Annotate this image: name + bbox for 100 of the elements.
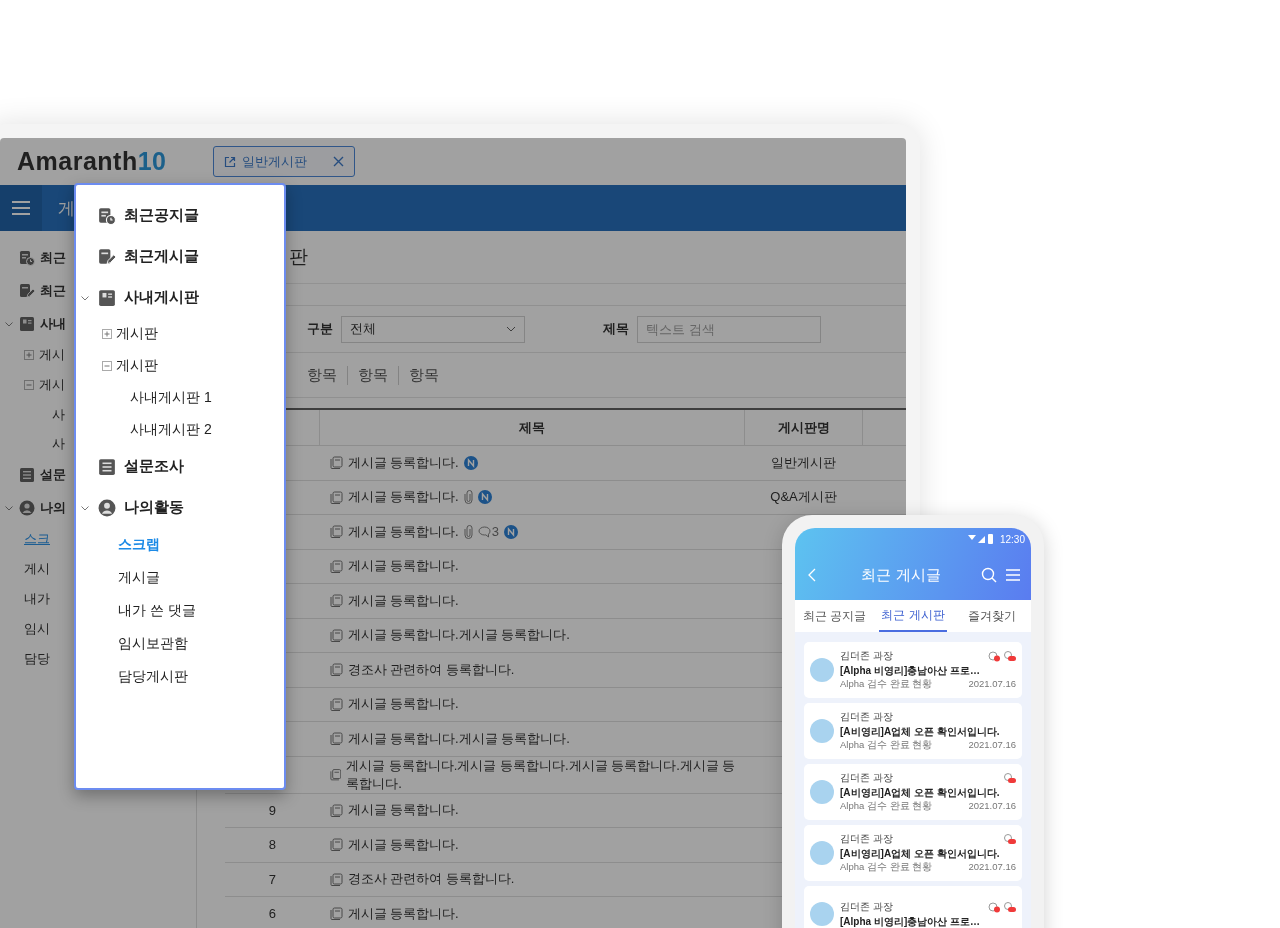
tab[interactable]: 최근 공지글 xyxy=(800,600,869,632)
sidebar-item[interactable]: 내가 xyxy=(24,590,50,608)
post-title[interactable]: 게시글 등록합니다. xyxy=(347,695,459,714)
post-title[interactable]: 게시글 등록합니다.게시글 등록합니다. xyxy=(347,626,570,645)
plus-box-icon[interactable] xyxy=(24,350,34,360)
sidebar-item[interactable]: 게시 xyxy=(39,346,65,364)
post-title[interactable]: 게시글 등록합니다. xyxy=(347,522,459,541)
post-title[interactable]: 게시글 등록합니다. xyxy=(347,904,459,923)
menu-item[interactable]: 담당게시판 xyxy=(118,667,188,686)
comment-count: 3 xyxy=(491,524,499,540)
close-icon[interactable] xyxy=(332,156,344,167)
list-icon xyxy=(98,457,116,476)
menu-item[interactable]: 내가 쓴 댓글 xyxy=(118,601,196,620)
speech-bubble-icon xyxy=(477,525,491,538)
book-icon xyxy=(19,315,35,332)
sidebar-item[interactable]: 게시 xyxy=(39,376,65,394)
post-subtitle: Alpha 검수 완료 현황 xyxy=(840,739,933,752)
post-title[interactable]: 경조사 관련하여 등록합니다. xyxy=(347,660,515,679)
search-field[interactable]: 텍스트 검색 xyxy=(637,315,821,343)
plus-box-icon[interactable] xyxy=(102,329,112,339)
document-pen-icon xyxy=(19,282,35,299)
sidebar-item[interactable]: 설문 xyxy=(40,465,66,484)
sidebar-item[interactable]: 최근 xyxy=(40,281,66,300)
tab[interactable]: 최근 게시판 xyxy=(878,600,948,632)
post-title: [Alpha 비영리]충남아산 프로… xyxy=(840,664,981,677)
menu-item[interactable]: 게시판 xyxy=(116,325,158,343)
sidebar-item[interactable]: 임시 xyxy=(24,620,50,638)
menu-item[interactable]: 임시보관함 xyxy=(118,634,188,653)
post-title[interactable]: 게시글 등록합니다.게시글 등록합니다.게시글 등록합니다.게시글 등록합니다. xyxy=(346,756,745,793)
minus-box-icon[interactable] xyxy=(24,380,34,390)
menu-item[interactable]: 최근공지글 xyxy=(124,206,199,225)
post-title[interactable]: 게시글 등록합니다. xyxy=(347,453,459,472)
menu-item[interactable]: 스크랩 xyxy=(118,535,160,554)
sidebar-item[interactable]: 사 xyxy=(52,405,65,424)
author-name: 김더존 과장 xyxy=(840,900,893,914)
document-icon xyxy=(329,525,343,539)
avatar xyxy=(810,780,834,804)
author-name: 김더존 과장 xyxy=(840,710,893,724)
post-date: 2021.07.16 xyxy=(968,739,1016,752)
post-title: [A비영리]A업체 오픈 확인서입니다. xyxy=(840,786,1001,799)
post-card[interactable]: 김더존 과장 [A비영리]A업체 오픈 확인서입니다. Alpha 검수 완료 현황 2021.07.16 xyxy=(804,703,1022,759)
author-name: 김더존 과장 xyxy=(840,832,893,846)
status-time: 12:30 xyxy=(999,533,1025,545)
post-card[interactable]: 김더존 과장 [Alpha 비영리]충남아산 프로… Alpha 검수 완료 현황 2021.07.16 xyxy=(804,642,1022,698)
post-card[interactable]: 김더존 과장 [Alpha 비영리]충남아산 프로… xyxy=(804,886,1022,928)
menu-item[interactable]: 사내게시판 2 xyxy=(130,421,212,439)
document-pen-icon xyxy=(98,247,116,266)
document-icon xyxy=(329,768,342,781)
row-number: 6 xyxy=(268,906,276,922)
sidebar-item[interactable]: 게시 xyxy=(24,560,50,578)
menu-item[interactable]: 게시글 xyxy=(118,568,160,587)
menu-item[interactable]: 게시판 xyxy=(116,357,158,375)
category-tab[interactable]: 항목 xyxy=(297,365,347,385)
menu-icon xyxy=(12,201,30,215)
post-title[interactable]: 경조사 관련하여 등록합니다. xyxy=(347,870,515,889)
sidebar-item[interactable]: 사내 xyxy=(40,314,66,333)
document-icon xyxy=(329,803,343,817)
menu-button[interactable] xyxy=(0,185,42,231)
document-icon xyxy=(329,872,343,886)
post-title[interactable]: 게시글 등록합니다.게시글 등록합니다. xyxy=(347,729,570,748)
board-title: 판 xyxy=(289,245,308,269)
document-icon xyxy=(329,594,343,608)
post-card[interactable]: 김더존 과장 [A비영리]A업체 오픈 확인서입니다. Alpha 검수 완료 현황 2021.07.16 xyxy=(804,764,1022,820)
post-title[interactable]: 게시글 등록합니다. xyxy=(347,557,459,576)
post-card[interactable]: 김더존 과장 [A비영리]A업체 오픈 확인서입니다. Alpha 검수 완료 현황 2021.07.16 xyxy=(804,825,1022,881)
avatar xyxy=(810,719,834,743)
post-date: 2021.07.16 xyxy=(968,678,1016,691)
document-icon xyxy=(329,838,343,852)
post-title: [A비영리]A업체 오픈 확인서입니다. xyxy=(840,725,1001,738)
minus-box-icon[interactable] xyxy=(102,361,112,371)
menu-item[interactable]: 나의활동 xyxy=(124,498,184,517)
menu-item[interactable]: 사내게시판 xyxy=(124,288,199,307)
sidebar-item[interactable]: 최근 xyxy=(40,248,66,267)
sidebar-item[interactable]: 나의 xyxy=(40,498,66,517)
post-title[interactable]: 게시글 등록합니다. xyxy=(347,488,459,507)
post-date: 2021.07.16 xyxy=(968,861,1016,874)
book-icon xyxy=(98,288,116,307)
post-title[interactable]: 게시글 등록합니다. xyxy=(347,591,459,610)
category-tab[interactable]: 항목 xyxy=(398,365,449,385)
category-dropdown[interactable]: 전체 xyxy=(341,315,525,343)
menu-item[interactable]: 최근게시글 xyxy=(124,247,199,266)
post-subtitle: Alpha 검수 완료 현황 xyxy=(840,800,933,813)
document-icon xyxy=(329,907,343,921)
menu-icon[interactable] xyxy=(1005,567,1021,583)
post-title[interactable]: 게시글 등록합니다. xyxy=(347,835,459,854)
search-icon[interactable] xyxy=(981,567,997,583)
sidebar-item[interactable]: 사 xyxy=(52,434,65,453)
author-name: 김더존 과장 xyxy=(840,771,893,785)
row-number: 7 xyxy=(268,871,276,887)
post-title[interactable]: 게시글 등록합니다. xyxy=(347,801,459,820)
user-icon xyxy=(19,499,35,516)
document-icon xyxy=(329,663,343,677)
tab[interactable]: 즐겨찾기 xyxy=(957,600,1026,632)
category-tab[interactable]: 항목 xyxy=(347,365,398,385)
menu-item[interactable]: 사내게시판 1 xyxy=(130,389,212,407)
external-link-icon xyxy=(223,155,236,168)
document-icon xyxy=(329,490,343,504)
post-title: [Alpha 비영리]충남아산 프로… xyxy=(840,915,981,928)
sidebar-item[interactable]: 담당 xyxy=(24,650,50,668)
menu-item[interactable]: 설문조사 xyxy=(124,457,184,476)
